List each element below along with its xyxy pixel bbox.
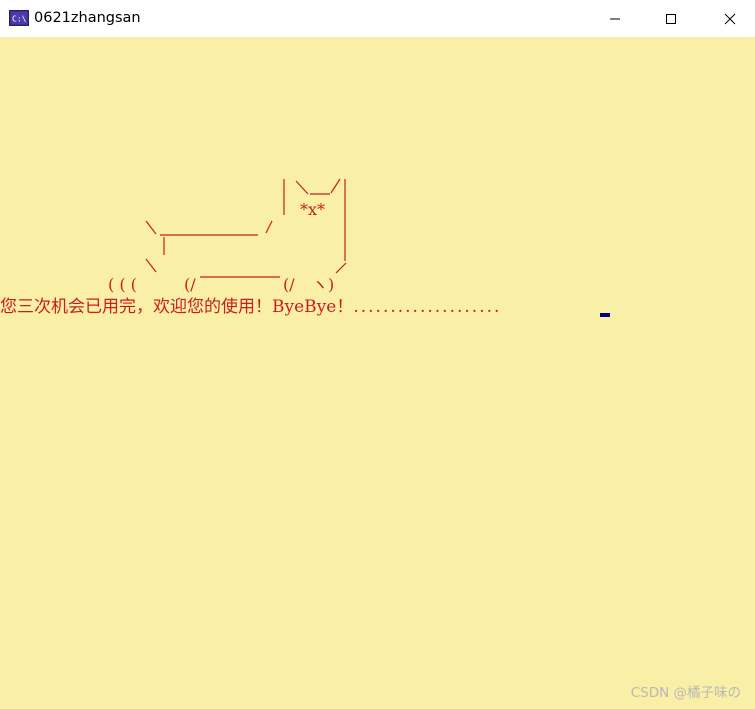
csdn-watermark: CSDN @橘子味の — [630, 685, 741, 701]
art-stroke — [265, 220, 273, 234]
goodbye-text: 您三次机会已用完，欢迎您的使用！ByeBye！ — [0, 297, 354, 317]
cat-eyes: *x* — [300, 200, 325, 219]
title-bar[interactable]: C:\ 0621zhangsan — [0, 0, 755, 37]
maximize-button[interactable] — [648, 0, 694, 37]
art-stroke — [145, 220, 157, 235]
console-window: C:\ 0621zhangsan *x* ((((/ (/ ヽ) 您三次机… — [0, 0, 755, 709]
art-stroke — [295, 180, 309, 195]
console-output[interactable]: *x* ( ( ( (/ (/ ヽ) 您三次机会已用完，欢迎您的使用！ByeBy… — [0, 37, 755, 709]
goodbye-message: 您三次机会已用完，欢迎您的使用！ByeBye！.................… — [0, 296, 501, 318]
console-cursor — [600, 313, 610, 317]
cat-tail-left: (/ — [184, 275, 196, 294]
svg-text:C:\: C:\ — [12, 15, 27, 24]
art-stroke — [335, 262, 347, 274]
minimize-icon — [610, 18, 620, 19]
art-stroke — [145, 258, 157, 273]
trailing-dots: .................... — [353, 297, 502, 317]
cat-tail-end: ヽ) — [312, 275, 334, 294]
console-app-icon: C:\ — [9, 10, 29, 26]
ascii-cat-art: *x* ( ( ( (/ (/ ヽ) — [108, 178, 347, 294]
cat-paws: ( ( ( — [108, 275, 137, 294]
close-icon — [724, 13, 736, 24]
close-button[interactable] — [707, 0, 753, 37]
minimize-button[interactable] — [592, 0, 638, 37]
cat-tail-right: (/ — [283, 275, 295, 294]
maximize-icon — [666, 13, 676, 24]
art-stroke — [330, 178, 341, 194]
window-title: 0621zhangsan — [34, 10, 141, 26]
